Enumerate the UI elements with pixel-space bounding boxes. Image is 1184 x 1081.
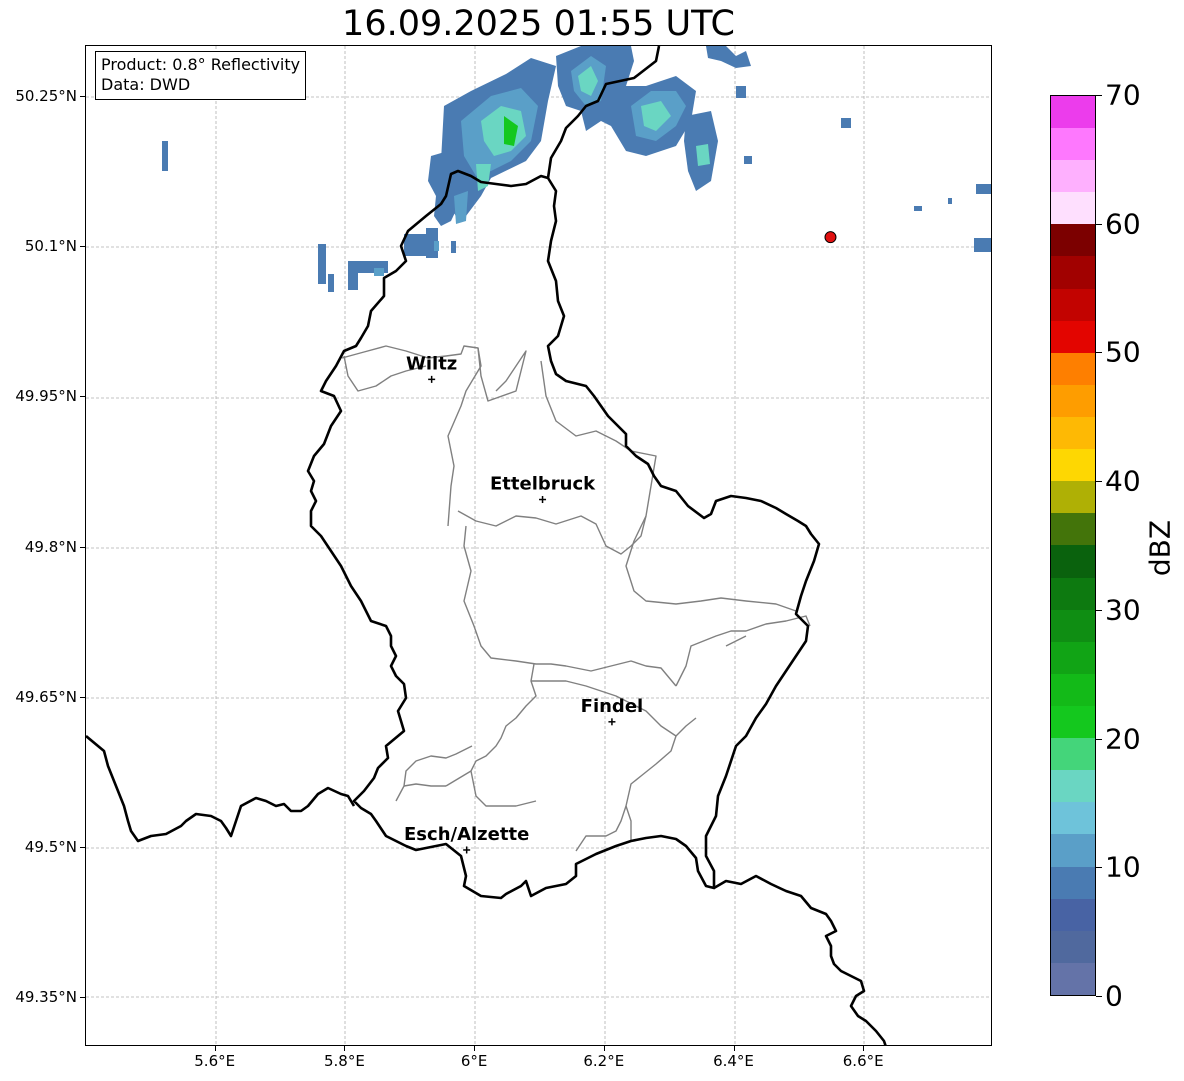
luxembourg-border xyxy=(306,169,821,900)
city-label: Esch/Alzette xyxy=(404,824,529,845)
belgium-france-border xyxy=(86,735,356,843)
colorbar-tick-label: 0 xyxy=(1105,979,1123,1013)
map-title: 16.09.2025 01:55 UTC xyxy=(342,4,735,44)
lon-tick-mark xyxy=(214,1046,216,1051)
city-markers: Wiltz Ettelbruck Findel Esch/Alzette xyxy=(404,353,644,854)
lon-tick-mark xyxy=(344,1046,346,1051)
lat-tick-label: 49.65°N xyxy=(15,687,77,706)
colorbar-tick-mark xyxy=(1096,95,1102,96)
lat-tick-mark xyxy=(80,96,85,97)
colorbar-segment xyxy=(1051,256,1095,289)
colorbar-segment xyxy=(1051,770,1095,803)
colorbar-segment xyxy=(1051,802,1095,835)
colorbar-segment xyxy=(1051,962,1095,995)
data-source-text: Data: DWD xyxy=(101,75,191,94)
city-wiltz[interactable]: Wiltz xyxy=(406,353,457,383)
colorbar-segment xyxy=(1051,898,1095,931)
colorbar-tick-mark xyxy=(1096,609,1102,611)
lon-tick-mark xyxy=(733,1046,735,1051)
lat-tick-mark xyxy=(80,246,85,248)
city-label: Ettelbruck xyxy=(490,474,596,495)
lat-tick-label: 49.35°N xyxy=(15,988,77,1007)
colorbar-segment xyxy=(1051,449,1095,482)
colorbar-segment xyxy=(1051,384,1095,418)
colorbar-segment xyxy=(1051,95,1095,129)
map-area[interactable]: Wiltz Ettelbruck Findel Esch/Alzette xyxy=(85,45,992,1046)
lon-tick-label: 6°E xyxy=(460,1052,488,1070)
lat-tick-label: 49.8°N xyxy=(24,537,77,556)
lat-tick-label: 49.5°N xyxy=(24,837,77,856)
colorbar-segment xyxy=(1051,288,1095,321)
colorbar-tick-label: 10 xyxy=(1105,850,1141,884)
colorbar-segment xyxy=(1051,192,1095,225)
lat-tick-mark xyxy=(80,997,85,999)
colorbar-segment xyxy=(1051,738,1095,771)
colorbar-segment xyxy=(1051,866,1095,899)
lat-tick-mark xyxy=(80,396,85,398)
lon-tick-label: 6.6°E xyxy=(842,1052,884,1070)
lon-tick-label: 5.8°E xyxy=(323,1052,365,1070)
colorbar-segment xyxy=(1051,609,1095,642)
colorbar-segment xyxy=(1051,577,1095,610)
colorbar-tick-label: 50 xyxy=(1105,335,1141,369)
lon-tick-mark xyxy=(863,1046,865,1051)
lat-tick-mark xyxy=(80,696,85,698)
lon-tick-label: 6.4°E xyxy=(713,1052,754,1070)
colorbar-segment xyxy=(1051,930,1095,963)
colorbar-tick-mark xyxy=(1096,867,1102,869)
colorbar-tick-label: 40 xyxy=(1105,464,1141,498)
colorbar-segment xyxy=(1051,224,1095,257)
city-findel[interactable]: Findel xyxy=(581,696,644,726)
city-label: Findel xyxy=(581,696,644,717)
colorbar-segment xyxy=(1051,641,1095,674)
country-borders xyxy=(86,46,887,1045)
lat-tick-label: 50.1°N xyxy=(24,237,77,256)
lon-tick-label: 5.6°E xyxy=(194,1052,236,1070)
colorbar-segment xyxy=(1051,128,1095,161)
radar-site-marker[interactable] xyxy=(824,231,837,244)
lon-tick-mark xyxy=(603,1046,605,1051)
graticule xyxy=(86,46,991,1045)
colorbar-segment xyxy=(1051,417,1095,450)
colorbar-tick-mark xyxy=(1096,481,1102,483)
echo-cell-north xyxy=(428,58,556,226)
colorbar-tick-mark xyxy=(1096,352,1102,354)
germany-france-border-south xyxy=(713,874,887,1045)
colorbar-tick-mark xyxy=(1096,996,1102,997)
colorbar-tick-mark xyxy=(1096,738,1102,740)
echo-cell-northeast xyxy=(556,46,751,191)
lat-tick-label: 49.95°N xyxy=(15,387,77,406)
colorbar-segment xyxy=(1051,513,1095,546)
lon-tick-mark xyxy=(474,1046,476,1051)
colorbar-segment xyxy=(1051,352,1095,385)
city-label: Wiltz xyxy=(406,353,457,374)
colorbar-segment xyxy=(1051,545,1095,578)
colorbar-segment xyxy=(1051,160,1095,193)
colorbar-tick-label: 30 xyxy=(1105,593,1141,627)
colorbar-segment xyxy=(1051,481,1095,514)
dbz-colorbar xyxy=(1050,95,1096,996)
lat-tick-mark xyxy=(80,546,85,548)
canton-boundaries xyxy=(341,345,811,852)
colorbar-tick-label: 20 xyxy=(1105,722,1141,756)
lat-tick-label: 50.25°N xyxy=(15,87,77,105)
colorbar-segment xyxy=(1051,320,1095,353)
lat-tick-mark xyxy=(80,846,85,848)
colorbar-tick-label: 60 xyxy=(1105,207,1141,241)
colorbar-label: dBZ xyxy=(1143,519,1177,577)
city-ettelbruck[interactable]: Ettelbruck xyxy=(490,474,596,504)
colorbar-segment xyxy=(1051,706,1095,739)
radar-map-canvas: Wiltz Ettelbruck Findel Esch/Alzette xyxy=(86,46,991,1045)
product-info-box: Product: 0.8° Reflectivity Data: DWD xyxy=(95,51,307,100)
colorbar-segment xyxy=(1051,834,1095,867)
colorbar-segment xyxy=(1051,673,1095,707)
colorbar-tick-mark xyxy=(1096,223,1102,225)
lon-tick-label: 6.2°E xyxy=(583,1052,625,1070)
colorbar-tick-label: 70 xyxy=(1105,78,1141,112)
product-text: Product: 0.8° Reflectivity xyxy=(101,55,301,74)
